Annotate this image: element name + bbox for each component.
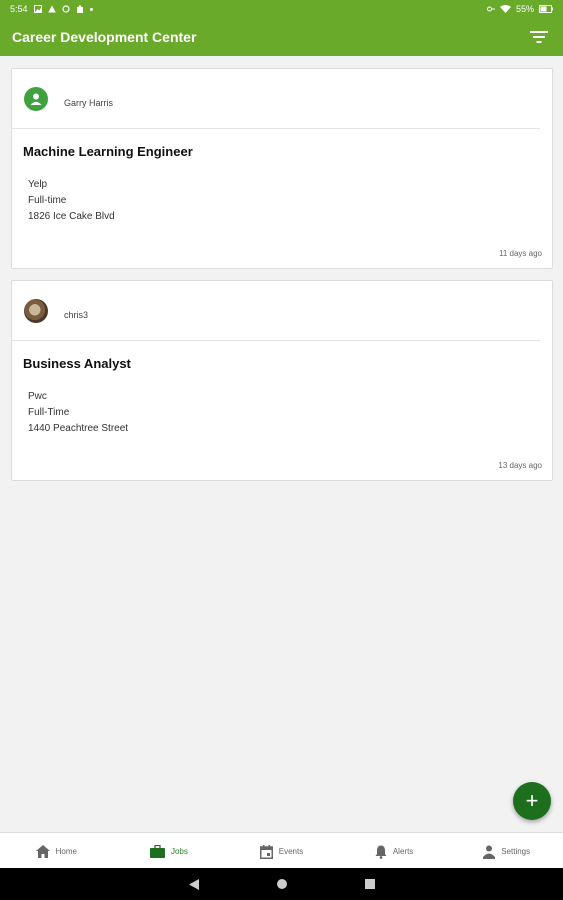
- filter-button[interactable]: [527, 25, 551, 49]
- nav-home[interactable]: Home: [0, 833, 113, 870]
- job-company: Yelp: [28, 179, 48, 190]
- bottom-nav: Home Jobs Events Alerts Settings: [0, 832, 563, 870]
- job-details: Yelp Full-time 1826 Ice Cake Blvd: [28, 177, 115, 225]
- nav-events[interactable]: Events: [225, 833, 338, 870]
- sync-icon: [61, 5, 70, 13]
- card-header: Garry Harris: [12, 69, 540, 129]
- poster-name: Garry Harris: [64, 97, 113, 108]
- poster-name: chris3: [64, 309, 89, 320]
- avatar: [24, 86, 48, 111]
- posted-time: 11 days ago: [499, 249, 542, 258]
- battery-percent: 55%: [515, 4, 534, 14]
- job-type: Full-time: [28, 195, 67, 206]
- add-job-button[interactable]: +: [513, 782, 551, 820]
- posted-time: 13 days ago: [498, 461, 542, 470]
- job-card[interactable]: chris3 Business Analyst Pwc Full-Time 14…: [11, 280, 553, 481]
- status-bar: 5:54 55%: [0, 0, 563, 18]
- job-details: Pwc Full-Time 1440 Peachtree Street: [28, 389, 128, 437]
- nav-jobs[interactable]: Jobs: [113, 833, 226, 870]
- job-list: Garry Harris Machine Learning Engineer Y…: [11, 68, 553, 492]
- nav-home-label: Home: [55, 847, 77, 856]
- nav-events-label: Events: [278, 847, 304, 856]
- job-title: Machine Learning Engineer: [23, 144, 193, 159]
- job-address: 1440 Peachtree Street: [28, 423, 129, 434]
- recents-icon[interactable]: [364, 879, 375, 889]
- bell-icon: [375, 845, 387, 859]
- vpn-key-icon: [486, 6, 495, 12]
- image-notification-icon: [33, 5, 42, 13]
- job-address: 1826 Ice Cake Blvd: [28, 211, 115, 222]
- filter-icon: [530, 31, 548, 43]
- person-icon: [30, 93, 42, 105]
- warning-icon: [47, 5, 56, 13]
- job-title: Business Analyst: [23, 356, 131, 371]
- nav-alerts[interactable]: Alerts: [338, 833, 451, 870]
- job-card[interactable]: Garry Harris Machine Learning Engineer Y…: [11, 68, 553, 269]
- nav-alerts-label: Alerts: [392, 847, 414, 856]
- person-settings-icon: [483, 845, 496, 859]
- system-nav-bar: [0, 868, 563, 900]
- job-company: Pwc: [28, 391, 47, 402]
- nav-settings-label: Settings: [501, 847, 531, 856]
- app-title: Career Development Center: [12, 29, 197, 45]
- puzzle-icon: [76, 5, 83, 13]
- home-circle-icon[interactable]: [276, 879, 287, 889]
- back-icon[interactable]: [188, 878, 199, 890]
- nav-jobs-label: Jobs: [170, 847, 188, 856]
- app-bar: Career Development Center: [0, 18, 563, 56]
- card-header: chris3: [12, 281, 540, 341]
- more-notifications-dot: [89, 7, 93, 11]
- home-icon: [35, 845, 50, 858]
- calendar-icon: [259, 844, 273, 859]
- briefcase-icon: [149, 845, 165, 858]
- status-time: 5:54: [10, 4, 28, 14]
- battery-icon: [539, 5, 553, 13]
- nav-settings[interactable]: Settings: [450, 833, 563, 870]
- avatar: [24, 298, 48, 323]
- wifi-icon: [499, 5, 511, 13]
- job-type: Full-Time: [28, 407, 70, 418]
